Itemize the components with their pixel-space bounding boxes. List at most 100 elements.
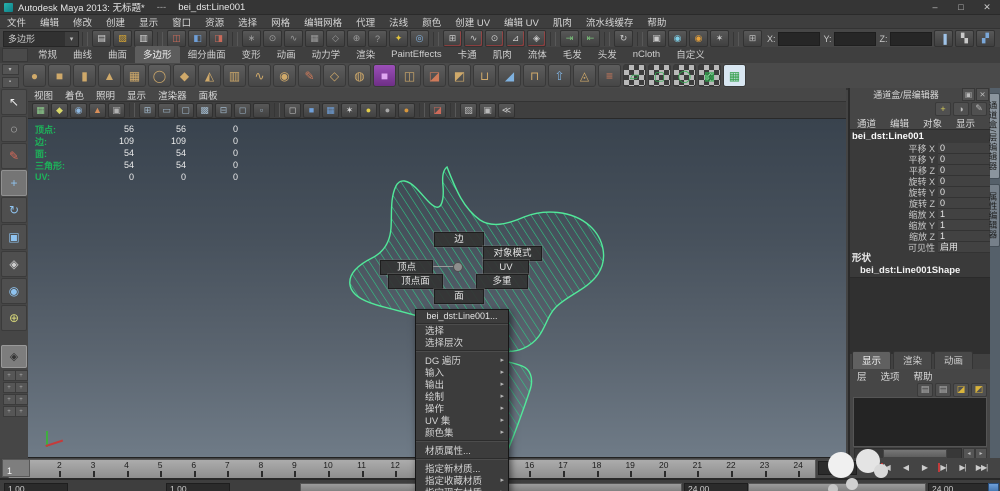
context-menu-item[interactable]: 材质属性... xyxy=(416,440,508,457)
speed-state-icon[interactable]: ◑ xyxy=(953,101,969,116)
safe-title-icon[interactable]: ▫ xyxy=(253,102,270,118)
make-live-icon[interactable]: ◈ xyxy=(527,30,546,47)
context-menu-item[interactable]: 颜色集 ▸ xyxy=(416,426,508,439)
uv-editor-icon[interactable]: ▦ xyxy=(723,64,746,87)
isolate-select-icon[interactable]: ◪ xyxy=(429,102,446,118)
timeline-frame[interactable]: 12 xyxy=(378,460,412,478)
wireframe-icon[interactable]: ◻ xyxy=(284,102,301,118)
shelf-tab[interactable]: 毛发 xyxy=(555,46,590,63)
output-connections-icon[interactable]: ⇤ xyxy=(581,30,600,47)
coord-input[interactable] xyxy=(777,31,820,46)
universal-manipulator-tool[interactable]: ◈ xyxy=(1,251,27,277)
menu-item[interactable]: 创建 UV xyxy=(448,15,497,29)
channel-box-menu-item[interactable]: 通道 xyxy=(850,116,883,130)
shelf-tab[interactable]: nCloth xyxy=(625,48,668,62)
hypergraph-persp-layout-button[interactable]: + xyxy=(14,394,28,405)
timeline-frame[interactable]: 21 xyxy=(681,460,715,478)
poly-plane-icon[interactable]: ▦ xyxy=(123,64,146,87)
context-menu-item[interactable]: 选择层次 xyxy=(416,336,508,349)
menu-item[interactable]: 流水线缓存 xyxy=(579,15,641,29)
mask-deformations-icon[interactable]: ◇ xyxy=(326,30,345,47)
context-menu-item[interactable]: DG 遍历 ▸ xyxy=(416,350,508,367)
timeline-frame[interactable]: 4 xyxy=(110,460,144,478)
poly-prism-icon[interactable]: ◆ xyxy=(173,64,196,87)
insert-edge-loop-icon[interactable]: ≡ xyxy=(598,64,621,87)
channel-box-menu-item[interactable]: 编辑 xyxy=(883,116,916,130)
scroll-left-icon[interactable]: ◂ xyxy=(963,447,975,459)
attribute-value[interactable]: 0 xyxy=(938,165,990,176)
manipulator-icon[interactable]: + xyxy=(935,101,951,116)
snap-grid-icon[interactable]: ⊞ xyxy=(443,30,462,47)
single-pane-layout-button[interactable]: ◈ xyxy=(1,345,27,368)
menu-item[interactable]: 法线 xyxy=(382,15,415,29)
panel-menu-item[interactable]: 着色 xyxy=(59,88,90,102)
timeline-frame[interactable]: 11 xyxy=(345,460,379,478)
ipr-render-icon[interactable]: ◉ xyxy=(689,30,708,47)
combine-icon[interactable]: ◫ xyxy=(398,64,421,87)
no-lights-icon[interactable]: ● xyxy=(379,102,396,118)
divider[interactable] xyxy=(232,31,238,46)
shelf-tab[interactable]: 流体 xyxy=(520,46,555,63)
shape-node-name[interactable]: bei_dst:Line001Shape xyxy=(850,265,990,277)
select-by-object-icon[interactable]: ◧ xyxy=(188,30,207,47)
timeline-frame[interactable]: 10 xyxy=(311,460,345,478)
divider[interactable] xyxy=(733,31,739,46)
render-current-frame-icon[interactable]: ◉ xyxy=(668,30,687,47)
poly-cylinder-icon[interactable]: ▮ xyxy=(73,64,96,87)
shelf-tab[interactable]: PaintEffects xyxy=(383,48,450,62)
layer-editor-tab[interactable]: 显示 xyxy=(852,351,892,369)
save-scene-icon[interactable]: ▥ xyxy=(134,30,153,47)
rotate-tool[interactable]: ↻ xyxy=(1,197,27,223)
step-forward-frame-button[interactable]: ▶| xyxy=(953,459,972,476)
menu-item[interactable]: 修改 xyxy=(66,15,99,29)
sidebar-vertical-tab[interactable]: 属性编辑器 xyxy=(988,183,1000,248)
marking-menu-item[interactable]: 对象模式 xyxy=(483,246,542,261)
snap-plane-icon[interactable]: ⊿ xyxy=(506,30,525,47)
scroll-right-icon[interactable]: ▸ xyxy=(975,447,987,459)
context-menu-item[interactable]: 指定新材质... xyxy=(416,458,508,475)
panel-menu-item[interactable]: 显示 xyxy=(121,88,152,102)
menu-item[interactable]: 肌肉 xyxy=(546,15,579,29)
marking-menu-item[interactable]: 边 xyxy=(434,232,484,247)
divider[interactable] xyxy=(637,31,643,46)
layer-move-up-icon[interactable]: ▤ xyxy=(917,382,933,397)
shelf-minimize-icon[interactable]: ▾ xyxy=(1,63,19,75)
poly-cone-icon[interactable]: ▲ xyxy=(98,64,121,87)
timeline-frame[interactable]: 9 xyxy=(278,460,312,478)
two-pane-side-layout-button[interactable]: + xyxy=(14,370,28,381)
poly-pipe-icon[interactable]: ▥ xyxy=(223,64,246,87)
minimize-button[interactable]: – xyxy=(922,0,948,14)
sidebar-vertical-tab[interactable]: 通道盒/层编辑器 xyxy=(988,93,1000,179)
layer-editor-tab[interactable]: 渲染 xyxy=(893,351,933,369)
current-frame-marker[interactable]: 1 xyxy=(2,459,30,477)
shelf-tab[interactable]: 曲线 xyxy=(65,46,100,63)
render-settings-icon[interactable]: ✶ xyxy=(710,30,729,47)
create-polygon-icon[interactable]: ◇ xyxy=(323,64,346,87)
resolution-gate-icon[interactable]: ▢ xyxy=(177,102,194,118)
panel-menu-item[interactable]: 渲染器 xyxy=(152,88,193,102)
merge-vertices-icon[interactable]: ◬ xyxy=(573,64,596,87)
smooth-mesh-icon[interactable]: ◍ xyxy=(348,64,371,87)
timeline-frame[interactable]: 17 xyxy=(546,460,580,478)
select-camera-icon[interactable]: ▦ xyxy=(32,102,49,118)
menu-item[interactable]: 颜色 xyxy=(415,15,448,29)
timeline-frame[interactable]: 20 xyxy=(647,460,681,478)
shelf-tab[interactable]: 卡通 xyxy=(450,46,485,63)
xray-icon[interactable]: ▧ xyxy=(460,102,477,118)
shelf-tab[interactable]: 肌肉 xyxy=(485,46,520,63)
menu-item[interactable]: 编辑 xyxy=(33,15,66,29)
shelf-tab[interactable]: 渲染 xyxy=(348,46,383,63)
field-chart-icon[interactable]: ⊟ xyxy=(215,102,232,118)
timeline-frame[interactable]: 8 xyxy=(244,460,278,478)
time-slider-ruler[interactable]: 1 2 3 4 5 6 7 xyxy=(8,459,816,479)
bookmark-icon[interactable]: ▲ xyxy=(89,102,106,118)
attribute-value[interactable]: 1 xyxy=(938,220,990,231)
interactive-creation-icon[interactable]: ■ xyxy=(373,64,396,87)
layer-list[interactable] xyxy=(853,397,987,447)
attribute-value[interactable]: 0 xyxy=(938,154,990,165)
lock-camera-icon[interactable]: ◆ xyxy=(51,102,68,118)
scrollbar-thumb[interactable] xyxy=(883,448,947,458)
attribute-value[interactable]: 0 xyxy=(938,176,990,187)
share-icon[interactable]: ≪ xyxy=(498,102,515,118)
highlight-selection-icon[interactable]: ◎ xyxy=(410,30,429,47)
